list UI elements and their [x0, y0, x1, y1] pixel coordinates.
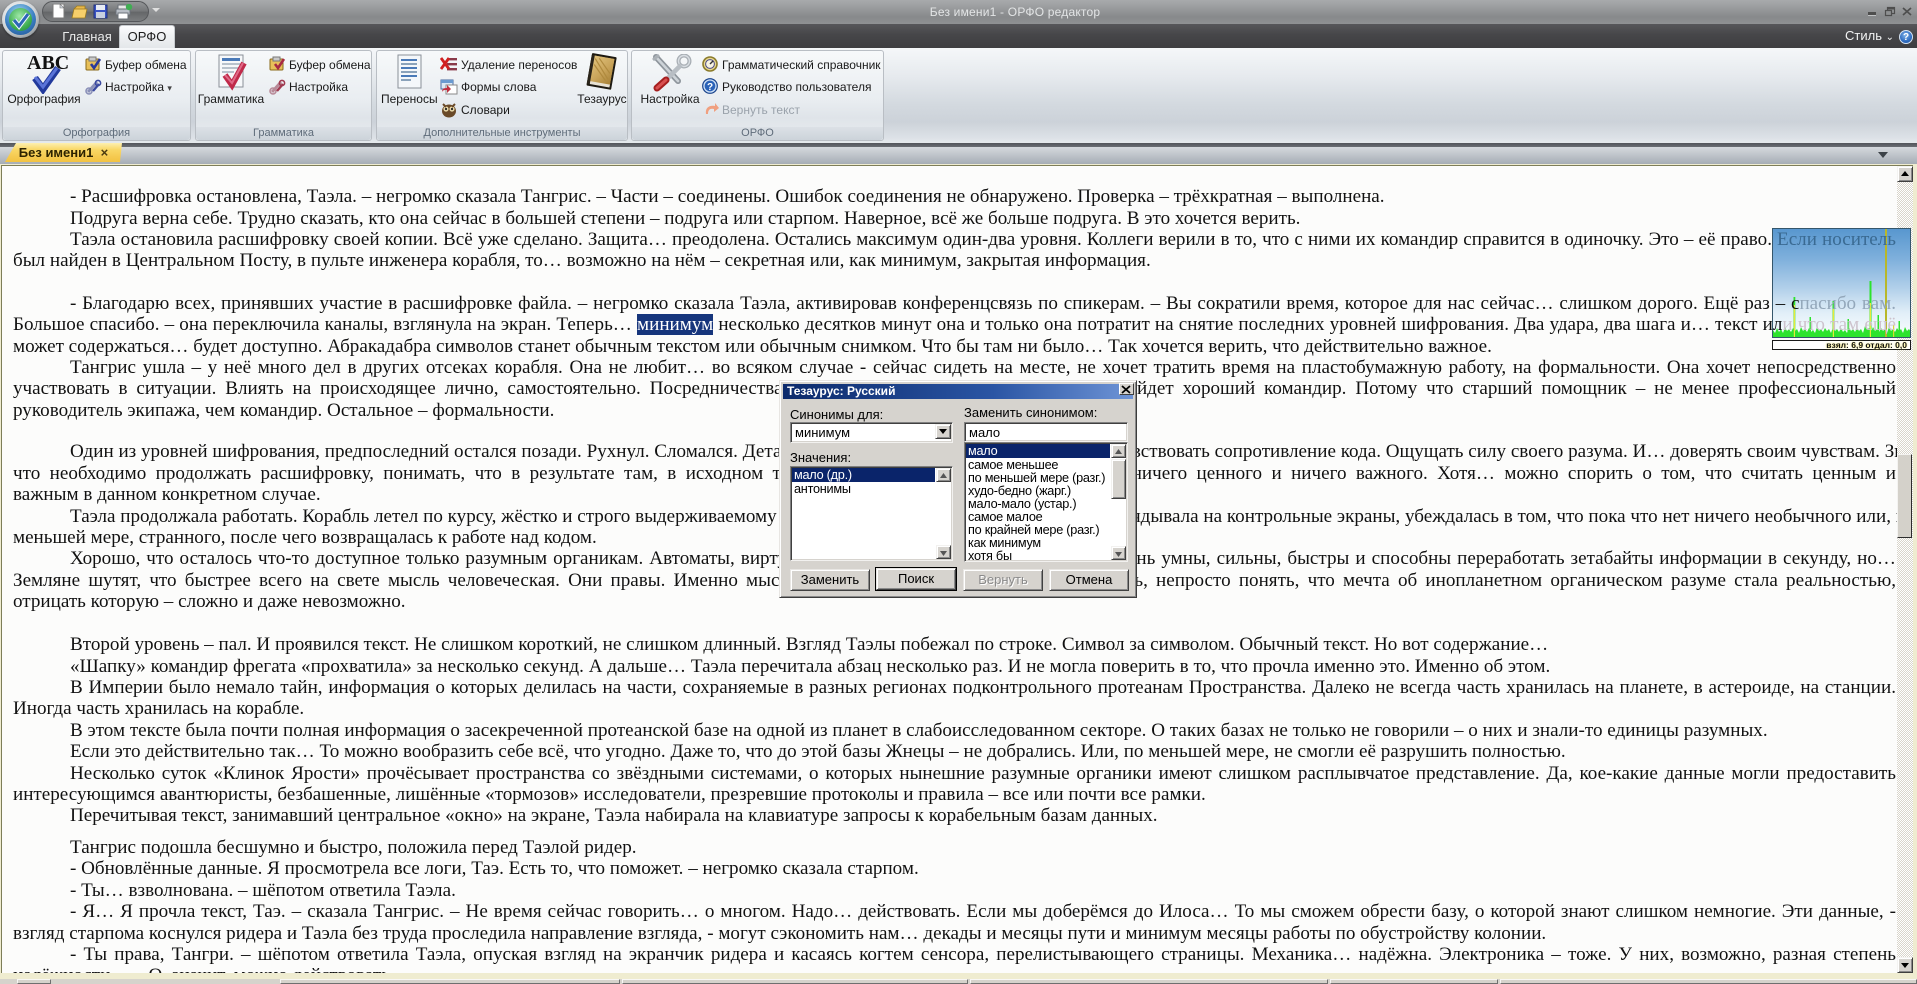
svg-text:?: ? — [707, 82, 713, 93]
